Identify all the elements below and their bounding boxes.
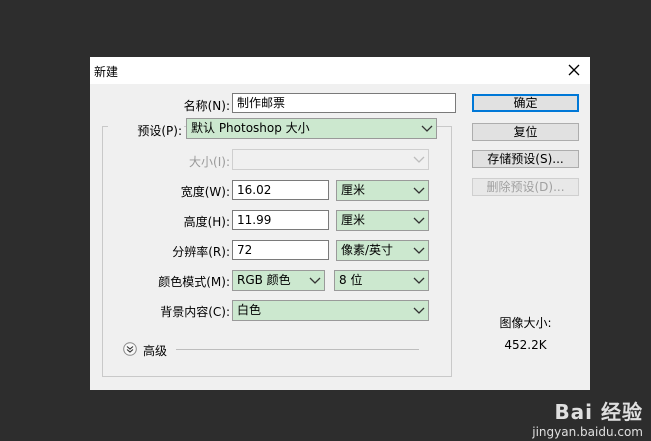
- width-label: 宽度(W):: [180, 185, 230, 199]
- resolution-unit-value: 像素/英寸: [341, 243, 394, 257]
- save-preset-button[interactable]: 存储预设(S)...: [472, 150, 579, 168]
- title-bar: 新建: [90, 57, 590, 84]
- height-input[interactable]: 11.99: [232, 210, 329, 230]
- chevron-down-icon: [410, 211, 428, 230]
- background-select[interactable]: 白色: [232, 300, 429, 321]
- width-input[interactable]: 16.02: [232, 180, 329, 200]
- chevron-down-icon: [306, 271, 324, 290]
- delete-preset-button: 删除预设(D)...: [472, 178, 579, 196]
- chevron-down-icon: [410, 271, 428, 290]
- resolution-unit-select[interactable]: 像素/英寸: [336, 240, 429, 261]
- color-mode-select[interactable]: RGB 颜色: [232, 270, 325, 291]
- watermark-logo: Bai 经验: [554, 400, 643, 424]
- ok-button[interactable]: 确定: [472, 94, 579, 112]
- width-unit-select[interactable]: 厘米: [336, 180, 429, 201]
- preset-value: 默认 Photoshop 大小: [191, 121, 310, 135]
- name-input[interactable]: 制作邮票: [232, 93, 456, 113]
- advanced-label[interactable]: 高级: [143, 342, 167, 359]
- resolution-label: 分辨率(R):: [172, 245, 230, 259]
- bit-depth-select[interactable]: 8 位: [334, 270, 429, 291]
- size-select: [232, 149, 429, 170]
- chevron-down-icon: [410, 150, 428, 169]
- name-label: 名称(N):: [183, 99, 230, 113]
- color-mode-value: RGB 颜色: [237, 273, 291, 287]
- size-label: 大小(I):: [189, 155, 230, 169]
- height-unit-select[interactable]: 厘米: [336, 210, 429, 231]
- preset-select[interactable]: 默认 Photoshop 大小: [186, 118, 437, 139]
- chevron-down-icon: [410, 301, 428, 320]
- chevron-down-icon: [410, 241, 428, 260]
- preset-label: 预设(P):: [108, 122, 184, 139]
- chevron-down-icon: [410, 181, 428, 200]
- baidu-jingyan-watermark: Bai 经验 jingyan.baidu.com: [532, 396, 643, 439]
- expand-advanced-icon[interactable]: [123, 342, 137, 356]
- close-icon[interactable]: [564, 60, 584, 80]
- bit-depth-value: 8 位: [339, 273, 363, 287]
- new-document-dialog: 新建 名称(N): 制作邮票 预设(P): 默认 Photoshop 大小 大小…: [90, 57, 590, 390]
- resolution-input[interactable]: 72: [232, 240, 329, 260]
- advanced-divider: [176, 349, 419, 350]
- color-mode-label: 颜色模式(M):: [158, 275, 230, 289]
- watermark-url: jingyan.baidu.com: [532, 425, 643, 439]
- dialog-title: 新建: [94, 65, 119, 79]
- image-size-value: 452.2K: [504, 338, 547, 352]
- width-unit-value: 厘米: [341, 183, 366, 197]
- background-label: 背景内容(C):: [160, 305, 230, 319]
- height-unit-value: 厘米: [341, 213, 366, 227]
- reset-button[interactable]: 复位: [472, 123, 579, 141]
- height-label: 高度(H):: [183, 215, 230, 229]
- background-value: 白色: [237, 303, 262, 317]
- chevron-down-icon: [418, 119, 436, 138]
- image-size-label: 图像大小:: [499, 316, 552, 330]
